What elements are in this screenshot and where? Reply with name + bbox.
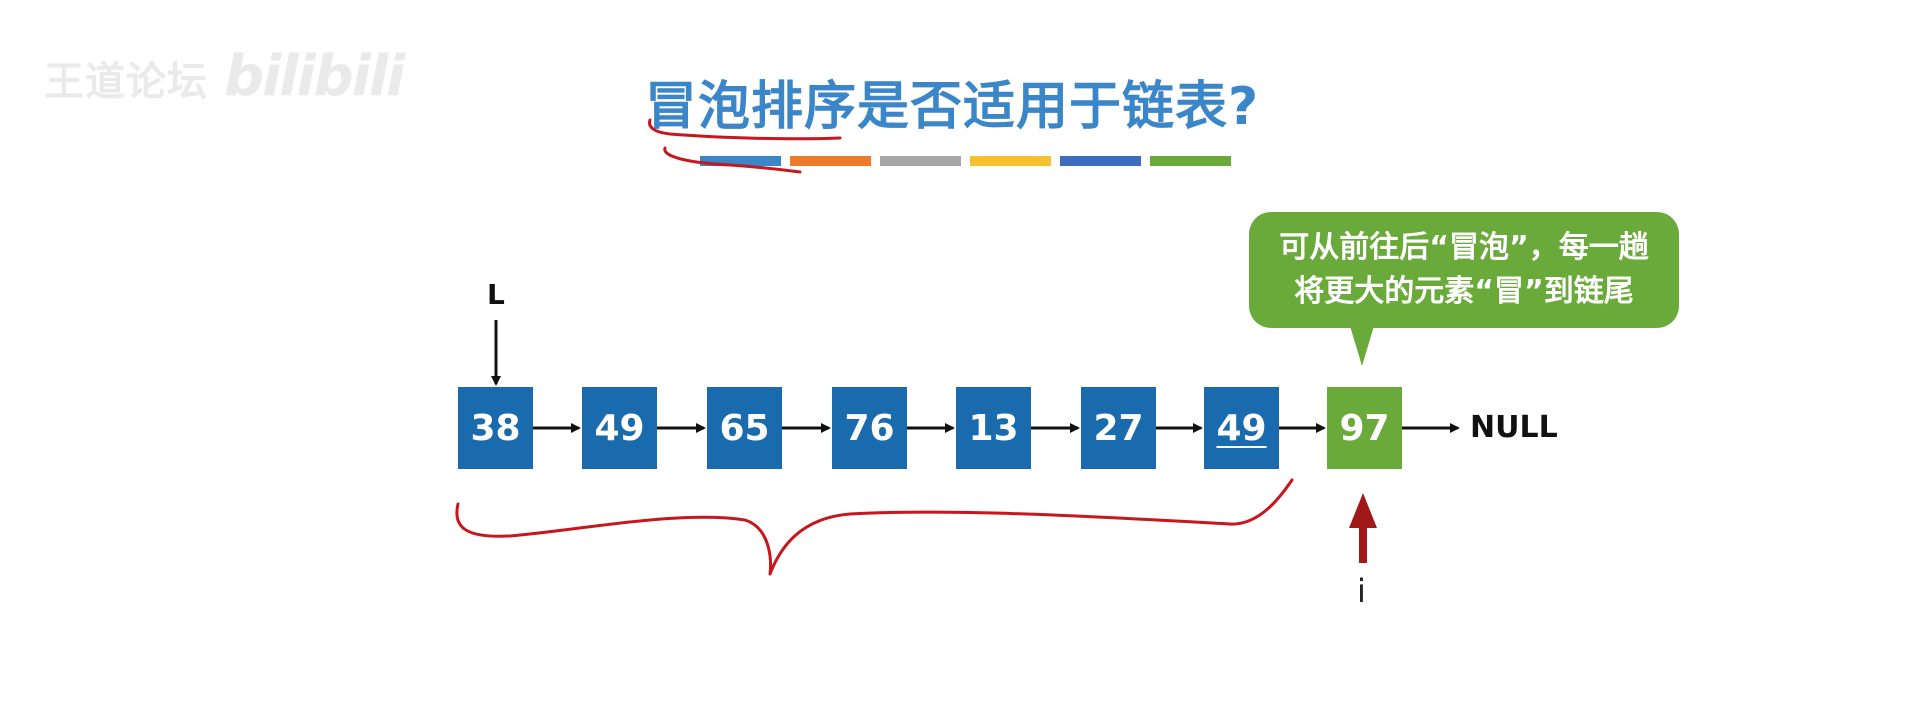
pointer-i-arrow xyxy=(1349,493,1377,563)
handwritten-brace xyxy=(455,478,1294,576)
title-underline-stroke xyxy=(663,146,802,174)
diagram-overlay xyxy=(455,118,1460,576)
title-underline-stroke xyxy=(648,118,842,141)
